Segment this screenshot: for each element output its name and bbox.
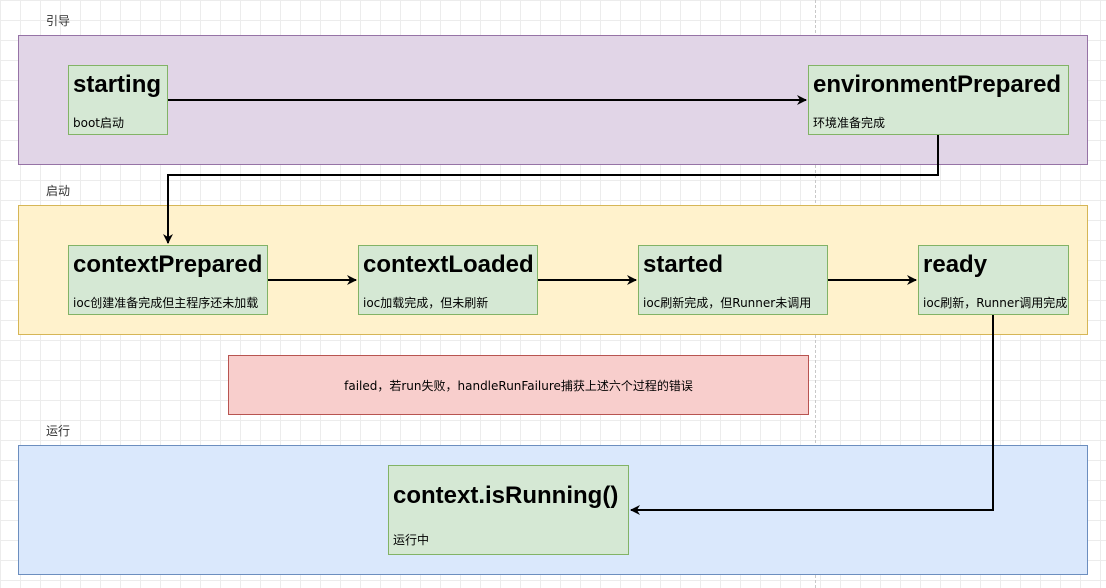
edge-ready-to-context-running [630, 315, 994, 515]
edge-environment-prepared-to-context-prepared [163, 135, 939, 244]
edges-layer [163, 95, 994, 515]
